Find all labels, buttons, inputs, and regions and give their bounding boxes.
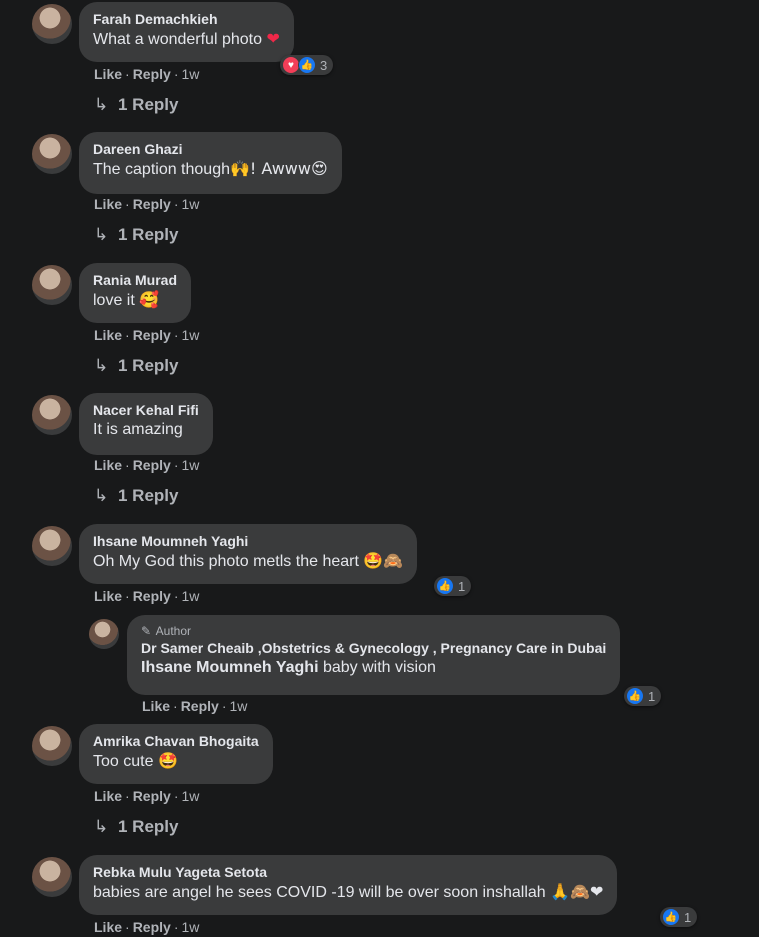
reply-link[interactable]: Reply <box>133 66 171 82</box>
avatar[interactable] <box>32 265 72 305</box>
comment-bubble: Nacer Kehal Fifi It is amazing <box>79 393 213 455</box>
reaction-summary[interactable]: 👍 1 <box>660 907 698 927</box>
avatar[interactable] <box>32 134 72 174</box>
commenter-name[interactable]: Dareen Ghazi <box>93 140 328 158</box>
like-reaction-icon: 👍 <box>436 577 454 595</box>
like-link[interactable]: Like <box>142 698 170 714</box>
avatar[interactable] <box>32 4 72 44</box>
comment-text: babies are angel he sees COVID -19 will … <box>93 882 604 901</box>
pencil-icon: ✎ <box>141 624 152 638</box>
like-link[interactable]: Like <box>94 788 122 804</box>
like-link[interactable]: Like <box>94 196 122 212</box>
mention-link[interactable]: Ihsane Moumneh Yaghi <box>141 659 319 676</box>
timestamp[interactable]: 1w <box>181 919 199 935</box>
comment-bubble: Amrika Chavan Bhogaita Too cute 🤩 <box>79 724 273 784</box>
commenter-name[interactable]: Amrika Chavan Bhogaita <box>93 732 259 750</box>
emoji: 🥰 <box>139 290 160 309</box>
timestamp[interactable]: 1w <box>181 196 199 212</box>
view-replies-link[interactable]: ↳ 1 Reply <box>94 95 178 115</box>
comment-bubble: Rebka Mulu Yageta Setota babies are ange… <box>79 855 618 915</box>
like-link[interactable]: Like <box>94 457 122 473</box>
commenter-name[interactable]: Rebka Mulu Yageta Setota <box>93 863 603 881</box>
like-reaction-icon: 👍 <box>626 687 644 705</box>
author-avatar[interactable] <box>89 619 119 649</box>
emoji: 🙌! Awww😍 <box>230 159 328 178</box>
reply-actions: Like · Reply · 1w <box>142 698 248 714</box>
comment-bubble: Ihsane Moumneh Yaghi Oh My God this phot… <box>79 524 418 584</box>
reply-link[interactable]: Reply <box>133 196 171 212</box>
comment-bubble: Farah Demachkieh What a wonderful photo … <box>79 2 294 62</box>
comment-bubble: Dareen Ghazi The caption though🙌! Awww😍 <box>79 132 342 194</box>
like-link[interactable]: Like <box>94 66 122 82</box>
commenter-name[interactable]: Farah Demachkieh <box>93 10 280 28</box>
reply-link[interactable]: Reply <box>133 457 171 473</box>
view-replies-link[interactable]: ↳ 1 Reply <box>94 356 178 376</box>
reply-link[interactable]: Reply <box>133 588 171 604</box>
reply-link[interactable]: Reply <box>133 919 171 935</box>
like-reaction-icon: 👍 <box>298 56 316 74</box>
comment-actions: Like · Reply · 1w <box>94 196 200 212</box>
view-replies-link[interactable]: ↳ 1 Reply <box>94 486 178 506</box>
avatar[interactable] <box>32 857 72 897</box>
comment-text: Oh My God this photo metls the heart 🤩🙈 <box>93 551 404 570</box>
reply-arrow-icon: ↳ <box>94 486 109 505</box>
avatar[interactable] <box>32 395 72 435</box>
timestamp[interactable]: 1w <box>181 588 199 604</box>
timestamp[interactable]: 1w <box>229 698 247 714</box>
reply-link[interactable]: Reply <box>133 788 171 804</box>
reaction-count: 3 <box>320 57 328 73</box>
author-name[interactable]: Dr Samer Cheaib ,Obstetrics & Gynecology… <box>141 639 606 657</box>
view-replies-link[interactable]: ↳ 1 Reply <box>94 817 178 837</box>
reply-arrow-icon: ↳ <box>94 817 109 836</box>
like-reaction-icon: 👍 <box>662 908 680 926</box>
comment-text: The caption though🙌! Awww😍 <box>93 159 328 178</box>
reply-arrow-icon: ↳ <box>94 225 109 244</box>
reaction-count: 1 <box>458 578 466 594</box>
reply-text: Ihsane Moumneh Yaghi baby with vision <box>141 659 436 676</box>
comment-actions: Like · Reply · 1w <box>94 788 200 804</box>
comment-actions: Like · Reply · 1w <box>94 919 200 935</box>
comment-actions: Like · Reply · 1w <box>94 327 200 343</box>
timestamp[interactable]: 1w <box>181 327 199 343</box>
commenter-name[interactable]: Rania Murad <box>93 271 177 289</box>
like-link[interactable]: Like <box>94 327 122 343</box>
timestamp[interactable]: 1w <box>181 788 199 804</box>
reaction-count: 1 <box>648 688 656 704</box>
commenter-name[interactable]: Ihsane Moumneh Yaghi <box>93 532 403 550</box>
avatar[interactable] <box>32 526 72 566</box>
emoji: 🤩 <box>157 751 178 770</box>
like-link[interactable]: Like <box>94 919 122 935</box>
author-badge: ✎ Author <box>141 624 192 638</box>
reply-bubble: ✎ Author Dr Samer Cheaib ,Obstetrics & G… <box>127 615 621 695</box>
comment-text: What a wonderful photo ❤ <box>93 29 280 48</box>
comment-actions: Like · Reply · 1w <box>94 588 200 604</box>
reaction-summary[interactable]: 👍 1 <box>624 686 662 706</box>
reaction-summary[interactable]: ♥ 👍 3 <box>280 55 334 75</box>
reply-arrow-icon: ↳ <box>94 95 109 114</box>
comment-actions: Like · Reply · 1w <box>94 66 200 82</box>
like-link[interactable]: Like <box>94 588 122 604</box>
reaction-summary[interactable]: 👍 1 <box>434 576 472 596</box>
comment-text: Too cute 🤩 <box>93 751 178 770</box>
view-replies-link[interactable]: ↳ 1 Reply <box>94 225 178 245</box>
reply-link[interactable]: Reply <box>133 327 171 343</box>
comment-text: It is amazing <box>93 421 183 438</box>
comment-actions: Like · Reply · 1w <box>94 457 200 473</box>
emoji: 🤩🙈 <box>363 551 404 570</box>
comment-bubble: Rania Murad love it 🥰 <box>79 263 192 323</box>
timestamp[interactable]: 1w <box>181 66 199 82</box>
avatar[interactable] <box>32 726 72 766</box>
commenter-name[interactable]: Nacer Kehal Fifi <box>93 401 199 419</box>
emoji: 🙏🙈❤ <box>550 882 604 901</box>
reply-link[interactable]: Reply <box>181 698 219 714</box>
timestamp[interactable]: 1w <box>181 457 199 473</box>
reply-arrow-icon: ↳ <box>94 356 109 375</box>
heart-emoji: ❤ <box>266 29 280 48</box>
reaction-count: 1 <box>684 909 692 925</box>
comment-text: love it 🥰 <box>93 290 160 309</box>
